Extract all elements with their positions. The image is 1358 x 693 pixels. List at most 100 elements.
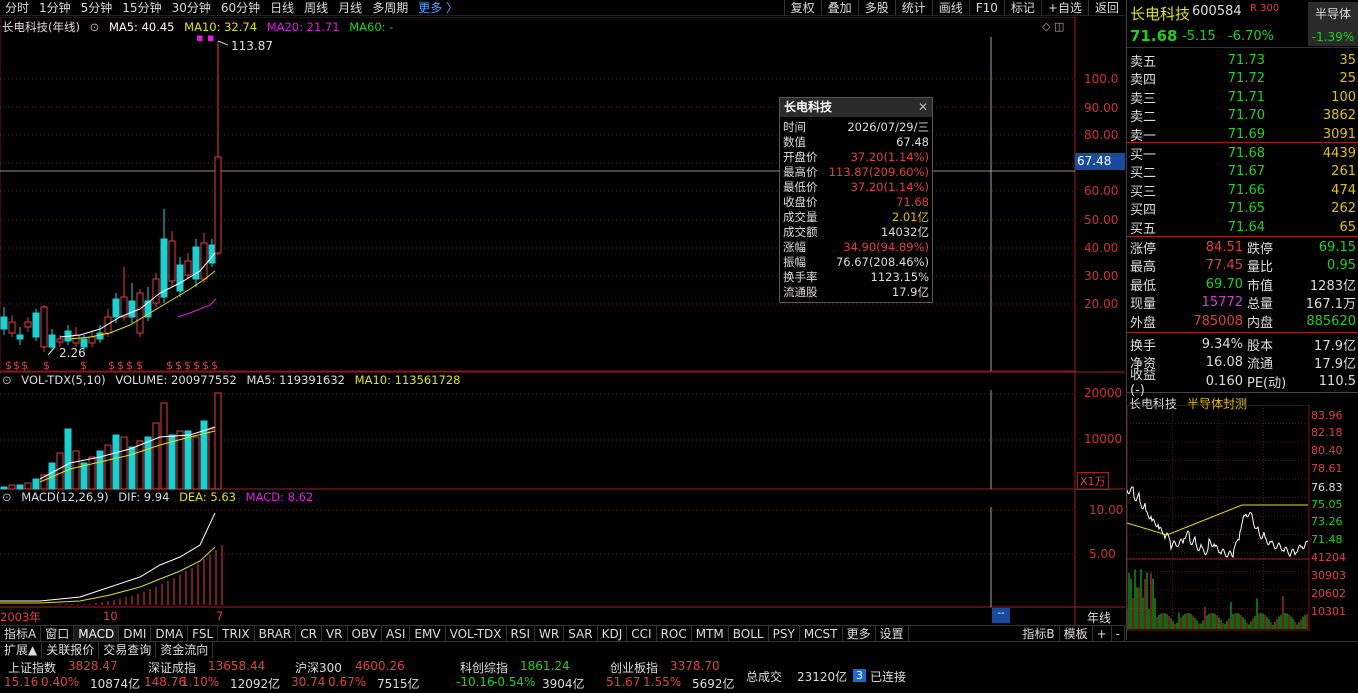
indicator-tab-2[interactable]: MACD <box>74 626 120 642</box>
indicator-tab-13[interactable]: VOL-TDX <box>446 626 507 642</box>
period-tab-5[interactable]: 60分钟 <box>221 1 260 15</box>
close-icon[interactable]: ✕ <box>918 98 928 117</box>
vol-settings-icon[interactable]: ⊙ <box>2 373 12 387</box>
period-tab-1[interactable]: 1分钟 <box>39 1 71 15</box>
indicator-tab-23[interactable]: MCST <box>800 626 843 642</box>
indicator-tab-8[interactable]: CR <box>296 626 322 642</box>
period-tab-2[interactable]: 5分钟 <box>81 1 113 15</box>
stat-row: 最低 69.70 市值 1283亿 <box>1127 275 1358 294</box>
tooltip-row: 振幅 76.67(208.46%) <box>780 255 932 270</box>
ticker-name[interactable]: 沪深300 <box>295 659 342 676</box>
tooltip-row: 涨幅 34.90(94.89%) <box>780 240 932 255</box>
tooltip-key: 开盘价 <box>783 150 818 164</box>
volume-bar <box>160 402 168 490</box>
ask-row: 卖二 71.70 3862 <box>1127 107 1358 125</box>
tooltip-rows: 时间 2026/07/29/三 数值 67.48 开盘价 37.20(1.14%) 最高价 1… <box>780 117 932 300</box>
period-tab-0[interactable]: 分时 <box>5 1 29 15</box>
stat-key: 股本 <box>1247 338 1274 354</box>
toolbar-action-6[interactable]: 标记 <box>1003 0 1041 16</box>
indicator-tab-17[interactable]: KDJ <box>598 626 628 642</box>
macd-tick: 10.00 <box>1089 503 1124 517</box>
period-tab-7[interactable]: 周线 <box>304 1 328 15</box>
toolbar-action-4[interactable]: 画线 <box>931 0 969 16</box>
chart-corner-icons[interactable]: ◇ ◫ <box>1042 20 1064 33</box>
candle-body <box>112 298 120 318</box>
indicator-tab-16[interactable]: SAR <box>564 626 598 642</box>
ticker-name[interactable]: 上证指数 <box>8 659 56 676</box>
toolbar-action-2[interactable]: 多股 <box>857 0 895 16</box>
period-tab-10[interactable]: 更多 〉 <box>418 1 458 15</box>
candle-body <box>184 260 192 276</box>
indicator-tab-22[interactable]: PSY <box>769 626 800 642</box>
xaxis-label-end: 7 <box>216 609 224 623</box>
extension-tab-2[interactable]: 交易查询 <box>99 642 157 658</box>
period-tab-9[interactable]: 多周期 <box>372 1 408 15</box>
bid-row: 买二 71.67 261 <box>1127 163 1358 181</box>
tooltip-header: 长电科技 ✕ <box>780 98 932 117</box>
candle-body <box>40 306 48 348</box>
indicator-right-tab-1[interactable]: 模板 <box>1060 626 1093 642</box>
signal-marker: $ <box>202 359 209 372</box>
indicator-tab-6[interactable]: TRIX <box>218 626 255 642</box>
indicator-tab-12[interactable]: EMV <box>410 626 446 642</box>
order-label: 卖四 <box>1130 73 1157 89</box>
ticker-name[interactable]: 科创综指 <box>460 659 508 676</box>
toolbar-action-0[interactable]: 复权 <box>783 0 821 16</box>
toolbar-action-8[interactable]: 返回 <box>1087 0 1125 16</box>
stat-value: 885620 <box>1306 313 1356 329</box>
toolbar-action-1[interactable]: 叠加 <box>820 0 858 16</box>
toolbar-action-7[interactable]: +自选 <box>1040 0 1088 16</box>
low-price-label: 2.26 <box>59 346 86 360</box>
kline-chart-area[interactable]: $ $ $ $ $ $ $ $ $ $ $ $ $ $ $ ▪ ▪ 长电科技(年线) ⊙ MA5: 40.45… <box>0 17 1125 625</box>
order-volume: 4439 <box>1322 145 1356 161</box>
tooltip-value: 2.01亿 <box>891 210 929 224</box>
signal-marker: $ <box>5 359 12 372</box>
extension-tab-3[interactable]: 资金流向 <box>156 642 214 658</box>
sector-box[interactable]: 半导体 -1.39% <box>1308 2 1358 46</box>
indicator-tab-20[interactable]: MTM <box>692 626 729 642</box>
indicator-right-tab-3[interactable]: - <box>1112 626 1125 642</box>
macd-settings-icon[interactable]: ⊙ <box>2 490 12 504</box>
bid-row: 买一 71.68 4439 <box>1127 144 1358 163</box>
stat-value: 17.9亿 <box>1314 338 1356 354</box>
kline-svg[interactable]: $ $ $ $ $ $ $ $ $ $ $ $ $ $ $▪ ▪ <box>0 17 1125 625</box>
indicator-tab-3[interactable]: DMI <box>119 626 152 642</box>
candle-body <box>168 240 176 282</box>
extension-tab-0[interactable]: 扩展▲ <box>0 642 43 658</box>
indicator-tab-1[interactable]: 窗口 <box>41 626 75 642</box>
connection-status: 已连接 <box>870 670 907 684</box>
indicator-tab-15[interactable]: WR <box>535 626 565 642</box>
indicator-tab-5[interactable]: FSL <box>188 626 219 642</box>
window-icon[interactable]: ◫ <box>1054 20 1064 33</box>
indicator-tab-21[interactable]: BOLL <box>729 626 769 642</box>
toolbar-action-3[interactable]: 统计 <box>894 0 932 16</box>
indicator-tab-19[interactable]: ROC <box>657 626 692 642</box>
volume-bar <box>8 484 16 490</box>
indicator-tab-11[interactable]: ASI <box>382 626 411 642</box>
indicator-tab-25[interactable]: 设置 <box>876 626 909 642</box>
candle-body <box>136 292 144 334</box>
sector-name: 半导体 <box>1314 7 1351 21</box>
ask-row: 卖四 71.72 25 <box>1127 70 1358 89</box>
indicator-tab-10[interactable]: OBV <box>348 626 383 642</box>
indicator-right-tab-2[interactable]: + <box>1093 626 1112 642</box>
indicator-tab-14[interactable]: RSI <box>507 626 536 642</box>
indicator-right-tab-0[interactable]: 指标B <box>1018 626 1060 642</box>
period-tab-4[interactable]: 30分钟 <box>172 1 211 15</box>
indicator-tab-7[interactable]: BRAR <box>255 626 297 642</box>
toolbar-action-5[interactable]: F10 <box>968 0 1004 16</box>
indicator-tab-0[interactable]: 指标A <box>0 626 42 642</box>
period-tab-3[interactable]: 15分钟 <box>122 1 161 15</box>
indicator-tab-18[interactable]: CCI <box>627 626 657 642</box>
ticker-name[interactable]: 创业板指 <box>610 659 658 676</box>
period-tab-6[interactable]: 日线 <box>270 1 294 15</box>
ticker-name[interactable]: 深证成指 <box>148 659 196 676</box>
indicator-tab-4[interactable]: DMA <box>151 626 189 642</box>
indicator-tab-9[interactable]: VR <box>322 626 348 642</box>
extension-tab-1[interactable]: 关联报价 <box>42 642 100 658</box>
indicator-tab-24[interactable]: 更多 <box>843 626 876 642</box>
period-tab-8[interactable]: 月线 <box>338 1 362 15</box>
settings-icon[interactable]: ⊙ <box>90 20 100 34</box>
diamond-icon[interactable]: ◇ <box>1042 20 1050 33</box>
tooltip-row: 流通股 17.9亿 <box>780 285 932 300</box>
